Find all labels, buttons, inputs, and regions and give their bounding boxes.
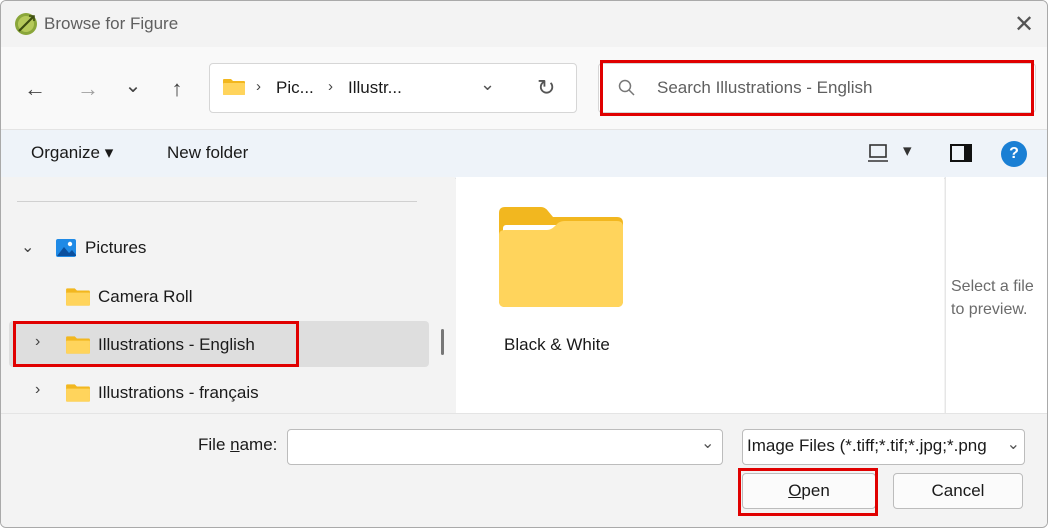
refresh-button[interactable]: ↻ (537, 75, 559, 101)
folder-icon (223, 79, 245, 95)
back-button[interactable]: ← (21, 71, 49, 107)
search-highlight-box (600, 60, 1034, 116)
chevron-down-icon: ⌄ (124, 74, 142, 97)
pictures-icon (56, 239, 76, 257)
breadcrumb-separator: › (328, 78, 333, 95)
back-arrow-icon: ← (24, 76, 46, 101)
folder-icon (66, 384, 90, 402)
folder-icon (66, 288, 90, 306)
view-icon (868, 144, 888, 162)
cancel-button[interactable]: Cancel (893, 473, 1023, 509)
browse-dialog: Browse for Figure ✕ ← → ⌄ ↑ › Pic... › I… (0, 0, 1048, 528)
tree-highlight-box (13, 321, 299, 367)
preview-message: Select a file to preview. (951, 278, 1034, 318)
address-dropdown-icon[interactable]: ⌄ (480, 74, 495, 95)
chevron-down-icon[interactable]: ⌄ (21, 237, 34, 257)
help-button[interactable]: ? (1001, 141, 1027, 167)
file-item-label: Black & White (504, 335, 610, 354)
preview-pane-button[interactable] (947, 141, 975, 167)
forward-arrow-icon: → (77, 76, 99, 101)
close-icon: ✕ (1013, 10, 1035, 38)
tree-item-pictures[interactable]: ⌄ Pictures (9, 225, 429, 271)
tree-item-illustrations-francais[interactable]: › Illustrations - français (9, 369, 429, 415)
chevron-down-icon: ⌄ (1004, 434, 1020, 454)
view-dropdown-icon: ▾ (903, 141, 912, 160)
tree-item-label: Camera Roll (98, 287, 193, 306)
breadcrumb-illustrations[interactable]: Illustr... (348, 78, 402, 98)
organize-button[interactable]: Organize ▾ (31, 143, 113, 163)
splitter-handle[interactable] (441, 329, 444, 355)
tree-item-label: Illustrations - français (98, 383, 259, 402)
open-highlight-box (738, 468, 878, 516)
address-bar[interactable]: › Pic... › Illustr... ⌄ (209, 63, 577, 113)
recent-locations-button[interactable]: ⌄ (119, 67, 147, 103)
divider (17, 201, 417, 202)
view-options-button[interactable]: ▾ (865, 141, 925, 167)
preview-pane-icon (950, 144, 972, 162)
cancel-button-label: Cancel (931, 481, 985, 500)
new-folder-button[interactable]: New folder (167, 143, 248, 163)
forward-button[interactable]: → (74, 71, 102, 107)
title-bar: Browse for Figure ✕ (1, 1, 1047, 47)
breadcrumb-pictures[interactable]: Pic... (276, 78, 314, 98)
refresh-icon: ↻ (537, 75, 556, 100)
breadcrumb-separator: › (256, 78, 261, 95)
pane-splitter[interactable] (431, 177, 455, 413)
file-type-select[interactable]: Image Files (*.tiff;*.tif;*.jpg;*.png ⌄ (742, 429, 1025, 465)
file-name-dropdown-icon[interactable]: ⌄ (701, 433, 714, 453)
file-name-input[interactable] (287, 429, 723, 465)
chevron-right-icon[interactable]: › (35, 381, 40, 399)
tree-item-camera-roll[interactable]: Camera Roll (9, 273, 429, 319)
file-type-value: Image Files (*.tiff;*.tif;*.jpg;*.png (747, 436, 987, 455)
file-item-black-white[interactable]: Black & White (481, 197, 641, 367)
up-button[interactable]: ↑ (163, 71, 191, 107)
tree-item-label: Pictures (85, 238, 147, 257)
file-name-label: File name: (198, 435, 278, 454)
window-title: Browse for Figure (44, 14, 179, 33)
close-button[interactable]: ✕ (1001, 1, 1047, 47)
help-icon: ? (1009, 145, 1019, 162)
up-arrow-icon: ↑ (171, 76, 183, 101)
folder-icon (499, 207, 623, 307)
app-logo-icon (15, 13, 37, 35)
